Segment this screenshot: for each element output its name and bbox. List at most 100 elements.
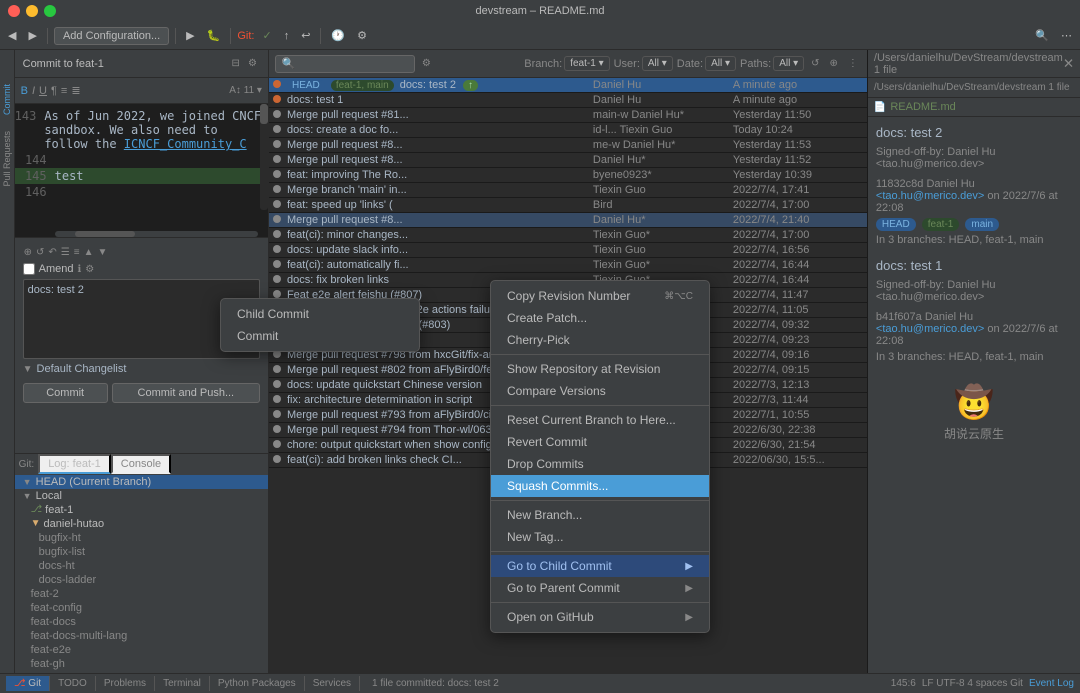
log-row-11[interactable]: docs: update slack info... Tiexin Guo 20…: [269, 243, 867, 258]
context-menu[interactable]: Copy Revision Number ⌘⌥C Create Patch...…: [490, 280, 710, 633]
ctx-cherry-pick[interactable]: Cherry-Pick: [491, 329, 709, 351]
ctx-copy-revision[interactable]: Copy Revision Number ⌘⌥C: [491, 285, 709, 307]
tree-item-feat-config[interactable]: feat-config: [15, 601, 268, 615]
ctx-drop-commits[interactable]: Drop Commits: [491, 453, 709, 475]
log-more-button[interactable]: ⋮: [845, 57, 861, 70]
log-filter-button[interactable]: ⊕: [827, 57, 841, 70]
tree-item-feat2[interactable]: feat-2: [15, 587, 268, 601]
log-row-8[interactable]: feat: speed up 'links' ( Bird 2022/7/4, …: [269, 198, 867, 213]
log-tab[interactable]: Log: feat-1: [38, 454, 111, 474]
tree-item-feat-e2e[interactable]: feat-e2e: [15, 643, 268, 657]
tree-item-head[interactable]: ▼ HEAD (Current Branch): [15, 475, 268, 489]
format-button3[interactable]: ≣: [71, 84, 80, 97]
close-button[interactable]: [8, 5, 20, 17]
debug-button[interactable]: 🐛: [203, 27, 225, 44]
tree-item-feat1[interactable]: ⎇ feat-1: [15, 503, 268, 517]
ctx-open-github[interactable]: Open on GitHub ▶: [491, 606, 709, 628]
ctx-go-to-child[interactable]: Go to Child Commit ▶: [491, 555, 709, 577]
search-button[interactable]: 🔍: [1031, 27, 1053, 44]
history-button[interactable]: 🕐: [327, 27, 349, 44]
git-checkmark-button[interactable]: ✓: [258, 27, 275, 44]
log-row-10[interactable]: feat(ci): minor changes... Tiexin Guo* 2…: [269, 228, 867, 243]
ctx-squash-commits[interactable]: Squash Commits...: [491, 475, 709, 497]
panel-expand-button[interactable]: ⊟: [229, 57, 243, 70]
ctx-new-branch[interactable]: New Branch...: [491, 504, 709, 526]
commit-tool-5[interactable]: ≡: [73, 246, 81, 259]
right-panel-close[interactable]: ✕: [1063, 56, 1074, 72]
log-row-1[interactable]: docs: test 1 Daniel Hu A minute ago: [269, 93, 867, 108]
tree-item-bugfix-ht[interactable]: bugfix-ht: [15, 531, 268, 545]
amend-info-icon[interactable]: ℹ: [77, 264, 81, 275]
problems-tab[interactable]: Problems: [96, 676, 155, 691]
right-file-item[interactable]: 📄 README.md: [868, 98, 1080, 117]
format-button1[interactable]: ¶: [51, 85, 57, 97]
tree-item-daniel-hutao[interactable]: ▼ daniel-hutao: [15, 517, 268, 531]
ctx-reset-branch[interactable]: Reset Current Branch to Here...: [491, 409, 709, 431]
tree-item-feat-gh[interactable]: feat-gh: [15, 657, 268, 671]
ctx-show-repo[interactable]: Show Repository at Revision: [491, 358, 709, 380]
submenu-child-commit[interactable]: Child Commit Commit: [220, 298, 420, 352]
tree-item-local[interactable]: ▼ Local: [15, 489, 268, 503]
submenu-commit-item[interactable]: Commit: [221, 325, 419, 347]
run-button[interactable]: ▶: [182, 27, 198, 44]
commit-tool-7[interactable]: ▼: [97, 246, 109, 259]
add-configuration-button[interactable]: Add Configuration...: [54, 27, 169, 45]
ctx-compare-versions[interactable]: Compare Versions: [491, 380, 709, 402]
ctx-go-to-parent[interactable]: Go to Parent Commit ▶: [491, 577, 709, 599]
commit-tool-6[interactable]: ▲: [83, 246, 95, 259]
commit-tab-vertical[interactable]: Commit: [2, 80, 12, 119]
event-log-link[interactable]: Event Log: [1029, 678, 1074, 689]
more-button[interactable]: ⋯: [1057, 27, 1076, 44]
tree-item-bugfix-list[interactable]: bugfix-list: [15, 545, 268, 559]
log-row-6[interactable]: feat: improving The Ro... byene0923* Yes…: [269, 168, 867, 183]
pull-requests-tab-vertical[interactable]: Pull Requests: [2, 127, 12, 191]
format-button2[interactable]: ≡: [61, 85, 67, 97]
log-row-7[interactable]: Merge branch 'main' in... Tiexin Guo 202…: [269, 183, 867, 198]
log-row-0[interactable]: HEAD feat-1, main docs: test 2 ↑ Daniel …: [269, 78, 867, 93]
git-revert-button[interactable]: ↩: [297, 27, 314, 44]
bold-button[interactable]: B: [21, 85, 28, 97]
settings-button[interactable]: ⚙: [353, 27, 371, 44]
hscrollbar-thumb[interactable]: [75, 231, 135, 237]
back-button[interactable]: ◀: [4, 27, 20, 44]
git-tab[interactable]: ⎇ Git: [6, 676, 50, 691]
commit-tool-1[interactable]: ⊕: [23, 246, 33, 259]
amend-gear-icon[interactable]: ⚙: [85, 264, 94, 275]
vscrollbar-thumb[interactable]: [260, 104, 268, 124]
ctx-revert-commit[interactable]: Revert Commit: [491, 431, 709, 453]
commit-tool-4[interactable]: ☰: [60, 246, 71, 259]
minimize-button[interactable]: [26, 5, 38, 17]
panel-gear-button[interactable]: ⚙: [245, 57, 260, 70]
user-filter-tag[interactable]: All ▾: [642, 56, 673, 71]
editor-hscrollbar[interactable]: [55, 231, 258, 237]
ctx-new-tag[interactable]: New Tag...: [491, 526, 709, 548]
log-row-12[interactable]: feat(ci): automatically fi... Tiexin Guo…: [269, 258, 867, 273]
commit-and-push-button[interactable]: Commit and Push...: [112, 383, 260, 403]
git-update-button[interactable]: ↑: [280, 28, 294, 44]
branch-filter-tag[interactable]: feat-1 ▾: [564, 56, 609, 71]
commit-tool-2[interactable]: ↺: [35, 246, 45, 259]
ctx-create-patch[interactable]: Create Patch...: [491, 307, 709, 329]
log-refresh-button[interactable]: ↺: [808, 57, 822, 70]
log-row-9[interactable]: Merge pull request #8... Daniel Hu* 2022…: [269, 213, 867, 228]
console-tab[interactable]: Console: [111, 454, 171, 474]
log-settings-button[interactable]: ⚙: [419, 57, 434, 70]
todo-tab[interactable]: TODO: [50, 676, 96, 691]
italic-button[interactable]: I: [32, 85, 35, 97]
date-filter-tag[interactable]: All ▾: [705, 56, 736, 71]
commit2-hash-link[interactable]: <tao.hu@merico.dev>: [876, 323, 984, 335]
python-packages-tab[interactable]: Python Packages: [210, 676, 305, 691]
maximize-button[interactable]: [44, 5, 56, 17]
paths-filter-tag[interactable]: All ▾: [773, 56, 804, 71]
editor-vscrollbar[interactable]: [260, 104, 268, 210]
log-search-input[interactable]: [275, 55, 415, 73]
commit-button[interactable]: Commit: [23, 383, 108, 403]
tree-item-docs-ladder[interactable]: docs-ladder: [15, 573, 268, 587]
tree-item-feat-docs[interactable]: feat-docs: [15, 615, 268, 629]
log-row-2[interactable]: Merge pull request #81... main-w Daniel …: [269, 108, 867, 123]
tree-item-feat-docs-multi[interactable]: feat-docs-multi-lang: [15, 629, 268, 643]
commit-tool-3[interactable]: ↶: [47, 246, 57, 259]
commit1-hash-link[interactable]: <tao.hu@merico.dev>: [876, 190, 984, 202]
tree-item-docs-ht[interactable]: docs-ht: [15, 559, 268, 573]
cncf-link[interactable]: ICNCF_Community_C: [124, 137, 247, 151]
